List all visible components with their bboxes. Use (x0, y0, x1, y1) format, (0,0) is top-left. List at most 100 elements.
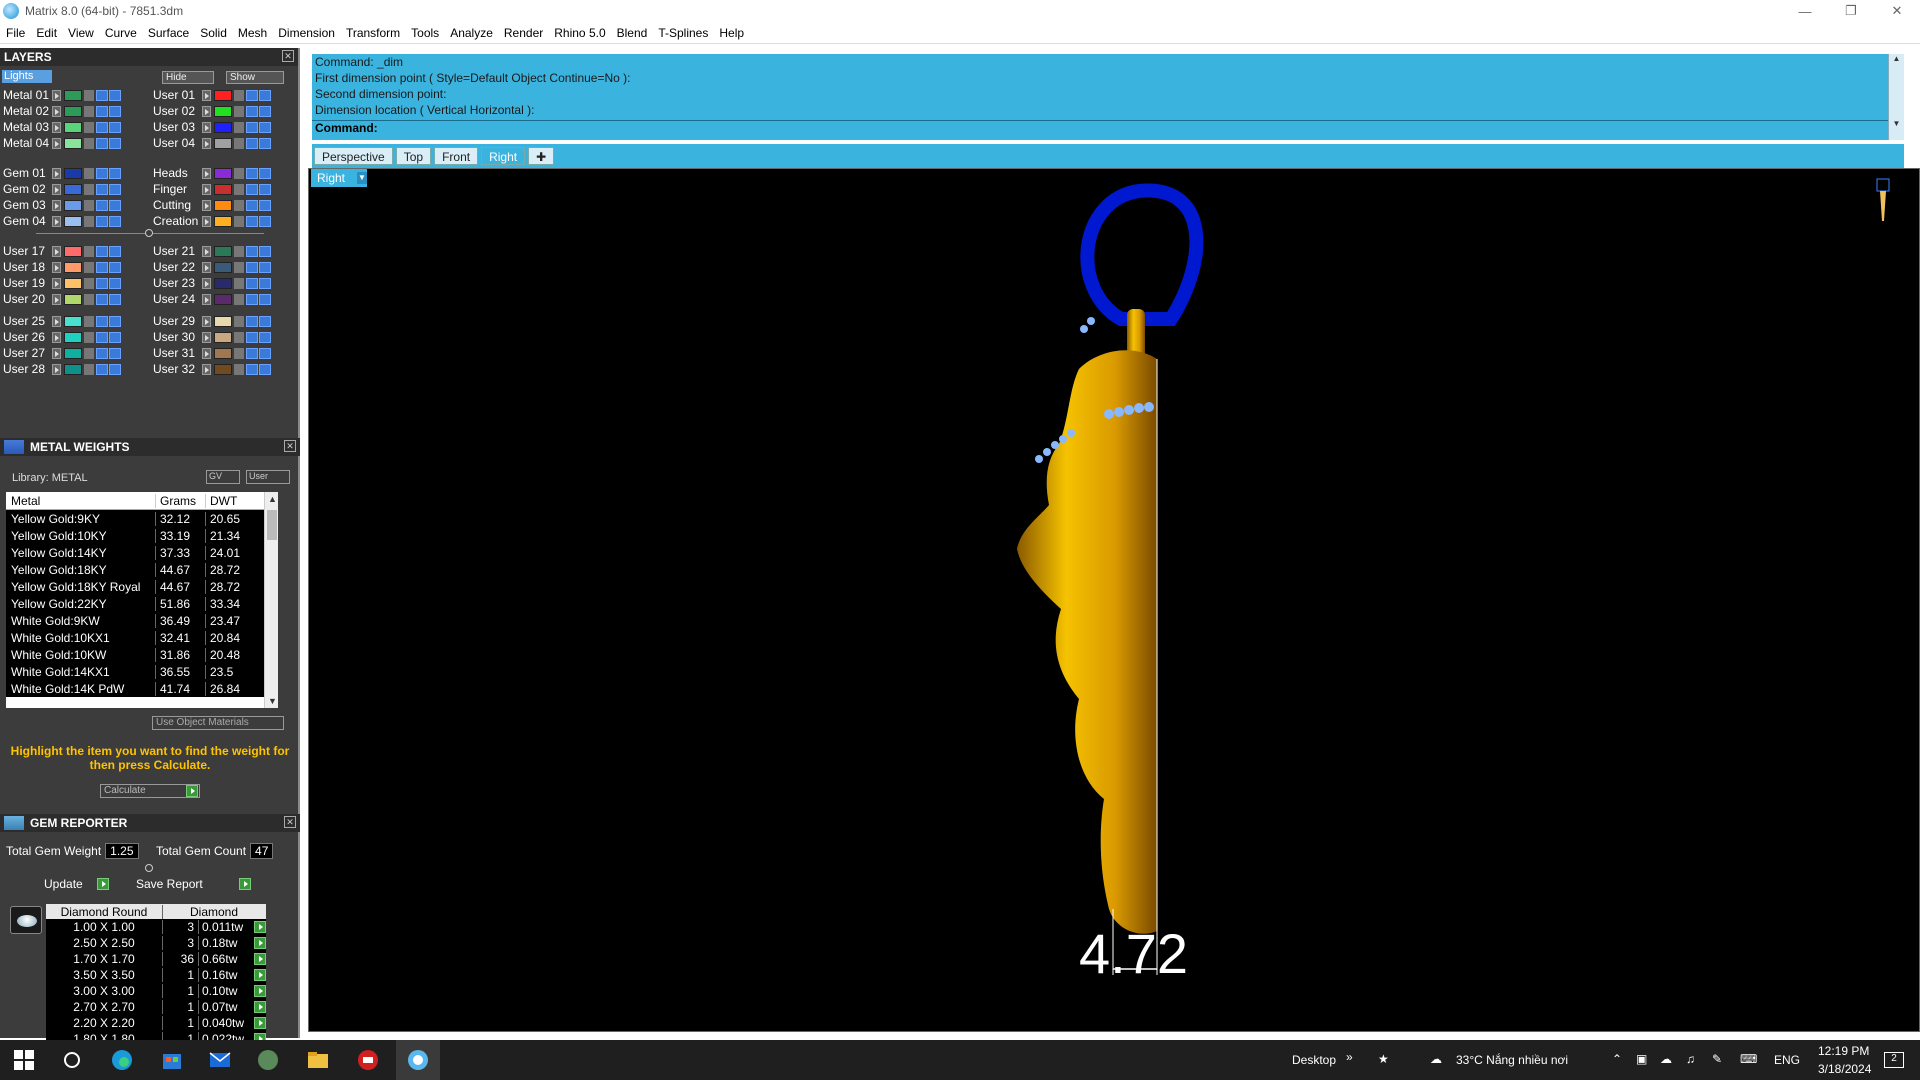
layer-row[interactable]: Metal 04 (0, 136, 122, 150)
expand-arrow-icon[interactable] (202, 121, 211, 133)
expand-arrow-icon[interactable] (52, 245, 61, 257)
layer-toggle-icon[interactable] (109, 331, 121, 343)
menu-dimension[interactable]: Dimension (278, 26, 335, 40)
menu-tsplines[interactable]: T-Splines (658, 26, 708, 40)
layer-name[interactable]: Cutting (150, 198, 202, 212)
speaker-icon[interactable]: ♫ (1686, 1052, 1695, 1066)
layer-color-swatch[interactable] (214, 167, 232, 179)
lock-icon[interactable] (234, 293, 244, 305)
layer-toggle-icon[interactable] (259, 363, 271, 375)
lock-icon[interactable] (234, 199, 244, 211)
visibility-icon[interactable] (96, 245, 108, 257)
expand-arrow-icon[interactable] (52, 183, 61, 195)
metal-row[interactable]: Yellow Gold:9KY 32.12 20.65 (6, 510, 278, 527)
layer-color-swatch[interactable] (214, 183, 232, 195)
layer-color-swatch[interactable] (214, 245, 232, 257)
cloud-icon[interactable]: ☁ (1660, 1052, 1672, 1066)
layer-toggle-icon[interactable] (259, 167, 271, 179)
layer-row[interactable]: Metal 01 (0, 88, 122, 102)
keyboard-icon[interactable]: ⌨ (1740, 1052, 1757, 1066)
layer-color-swatch[interactable] (214, 347, 232, 359)
metal-row[interactable]: White Gold:10KW 31.86 20.48 (6, 646, 278, 663)
visibility-icon[interactable] (246, 363, 258, 375)
layer-toggle-icon[interactable] (109, 347, 121, 359)
layer-color-swatch[interactable] (64, 315, 82, 327)
red-app-icon[interactable] (356, 1048, 380, 1072)
menu-curve[interactable]: Curve (105, 26, 137, 40)
layer-name[interactable]: User 29 (150, 314, 202, 328)
expand-arrow-icon[interactable] (202, 245, 211, 257)
layer-row[interactable]: Cutting (150, 198, 272, 212)
layer-color-swatch[interactable] (64, 277, 82, 289)
metal-row[interactable]: White Gold:14K PdW 41.74 26.84 (6, 680, 278, 697)
layer-row[interactable]: User 04 (150, 136, 272, 150)
gem-row-go-icon[interactable] (254, 1001, 266, 1013)
layer-row[interactable]: Gem 02 (0, 182, 122, 196)
gem-row-go-icon[interactable] (254, 969, 266, 981)
layer-row[interactable]: User 29 (150, 314, 272, 328)
layer-toggle-icon[interactable] (259, 215, 271, 227)
layer-name[interactable]: Finger (150, 182, 202, 196)
visibility-icon[interactable] (96, 315, 108, 327)
layer-color-swatch[interactable] (64, 363, 82, 375)
scroll-down-icon[interactable]: ▼ (1889, 119, 1904, 128)
clock-time[interactable]: 12:19 PM (1818, 1044, 1869, 1058)
layer-name[interactable]: User 02 (150, 104, 202, 118)
layer-toggle-icon[interactable] (259, 277, 271, 289)
visibility-icon[interactable] (246, 347, 258, 359)
layer-toggle-icon[interactable] (109, 183, 121, 195)
menu-solid[interactable]: Solid (200, 26, 227, 40)
user-toggle[interactable]: User (246, 470, 290, 484)
layer-color-swatch[interactable] (64, 215, 82, 227)
layer-name[interactable]: User 19 (0, 276, 52, 290)
expand-arrow-icon[interactable] (202, 199, 211, 211)
metal-row[interactable]: Yellow Gold:18KY Royal 44.67 28.72 (6, 578, 278, 595)
lock-icon[interactable] (84, 199, 94, 211)
network-icon[interactable]: ▣ (1636, 1052, 1647, 1066)
layer-color-swatch[interactable] (214, 137, 232, 149)
store-icon[interactable] (160, 1048, 184, 1072)
gem-row[interactable]: 1.00 X 1.00 3 0.011tw (46, 919, 266, 935)
menu-rhino[interactable]: Rhino 5.0 (554, 26, 605, 40)
layer-color-swatch[interactable] (214, 277, 232, 289)
col-grams[interactable]: Grams (156, 493, 206, 508)
layer-row[interactable]: User 19 (0, 276, 122, 290)
gem-row[interactable]: 2.70 X 2.70 1 0.07tw (46, 999, 266, 1015)
layer-color-swatch[interactable] (64, 105, 82, 117)
lock-icon[interactable] (234, 331, 244, 343)
layer-color-swatch[interactable] (214, 363, 232, 375)
weather-text[interactable]: 33°C Nắng nhiều nơi (1456, 1053, 1568, 1067)
expand-arrow-icon[interactable] (52, 363, 61, 375)
tab-right[interactable]: Right (481, 147, 526, 165)
visibility-icon[interactable] (96, 183, 108, 195)
expand-arrow-icon[interactable] (202, 167, 211, 179)
expand-arrow-icon[interactable] (202, 183, 211, 195)
layer-row[interactable]: User 27 (0, 346, 122, 360)
layer-name[interactable]: Gem 04 (0, 214, 52, 228)
layer-color-swatch[interactable] (214, 199, 232, 211)
lock-icon[interactable] (234, 105, 244, 117)
layer-color-swatch[interactable] (214, 315, 232, 327)
expand-arrow-icon[interactable] (202, 105, 211, 117)
lock-icon[interactable] (84, 315, 94, 327)
app-icon[interactable] (256, 1048, 280, 1072)
layer-toggle-icon[interactable] (109, 363, 121, 375)
layer-toggle-icon[interactable] (259, 199, 271, 211)
scroll-up-icon[interactable]: ▲ (268, 494, 277, 504)
visibility-icon[interactable] (246, 315, 258, 327)
language-indicator[interactable]: ENG (1774, 1053, 1800, 1067)
layer-toggle-icon[interactable] (109, 89, 121, 101)
layer-color-swatch[interactable] (214, 105, 232, 117)
layer-toggle-icon[interactable] (109, 121, 121, 133)
layer-name[interactable]: User 23 (150, 276, 202, 290)
visibility-icon[interactable] (246, 105, 258, 117)
command-prompt-input[interactable]: Command: (312, 120, 1888, 136)
expand-arrow-icon[interactable] (202, 363, 211, 375)
layer-row[interactable]: Finger (150, 182, 272, 196)
mail-icon[interactable] (208, 1048, 232, 1072)
lock-icon[interactable] (84, 121, 94, 133)
metal-row[interactable]: Yellow Gold:10KY 33.19 21.34 (6, 527, 278, 544)
layer-row[interactable]: User 01 (150, 88, 272, 102)
search-icon[interactable] (60, 1048, 84, 1072)
lock-icon[interactable] (84, 137, 94, 149)
